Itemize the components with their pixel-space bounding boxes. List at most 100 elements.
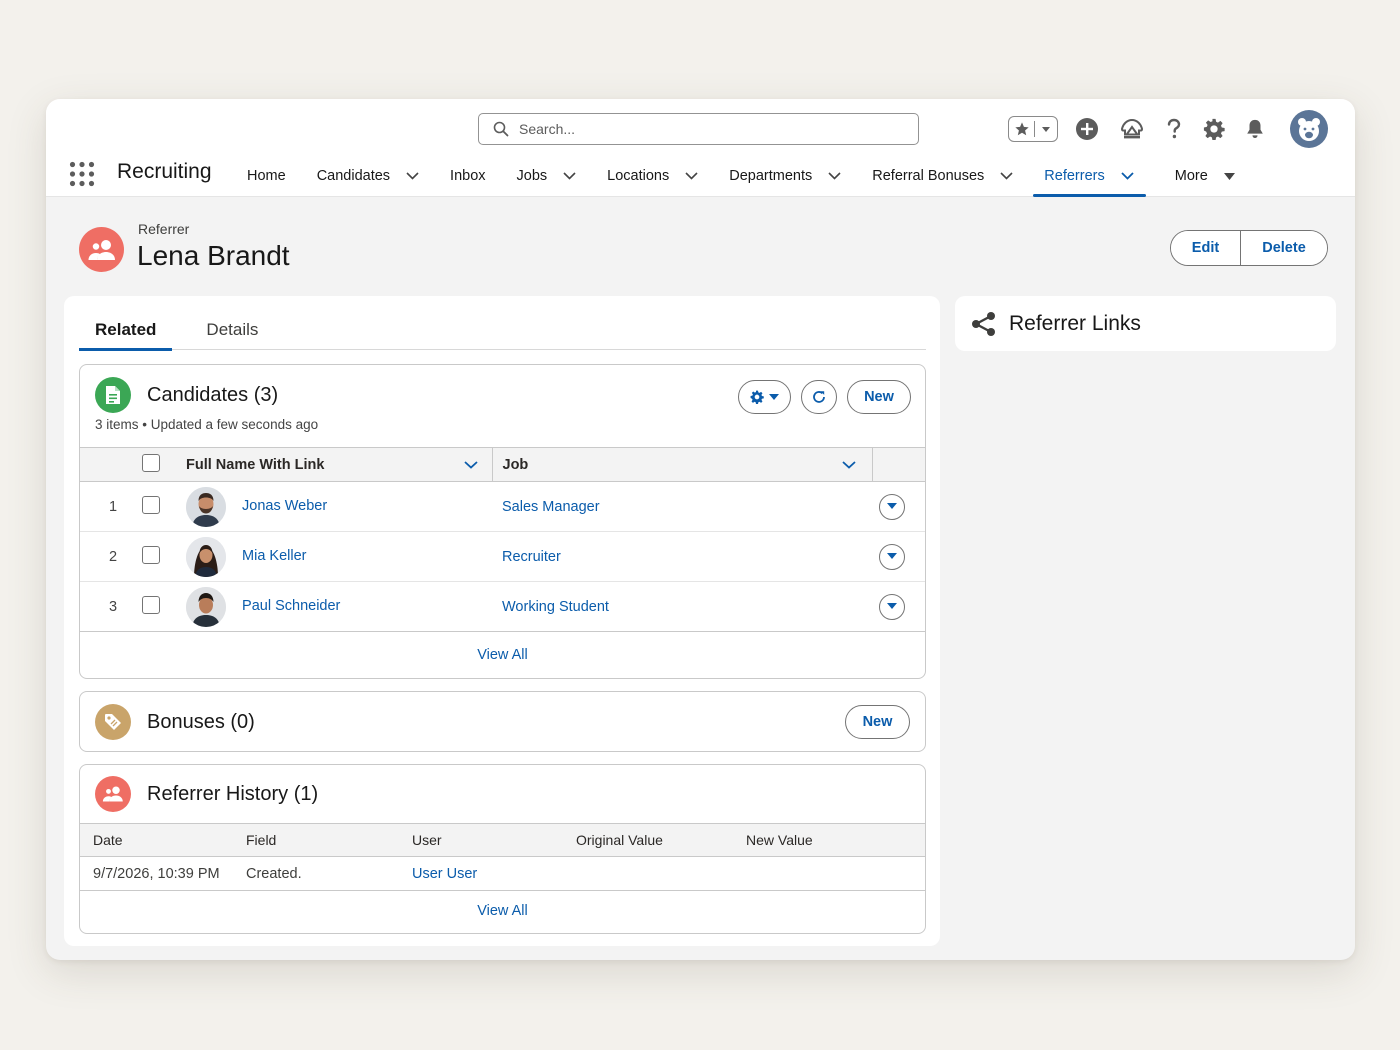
- nav-item-referrers[interactable]: Referrers: [1033, 155, 1147, 197]
- nav-item-label: More: [1174, 168, 1208, 184]
- setup-button[interactable]: [1202, 111, 1226, 147]
- row-actions-button[interactable]: [879, 593, 905, 620]
- help-button[interactable]: [1162, 111, 1186, 147]
- refresh-button[interactable]: [801, 380, 837, 414]
- notifications-button[interactable]: [1243, 111, 1267, 147]
- row-checkbox[interactable]: [142, 595, 160, 614]
- row-checkbox[interactable]: [142, 545, 160, 564]
- referrer-history-related-list: Referrer History (1) Date Field User Ori…: [79, 764, 926, 934]
- avatar-bear-icon: [1298, 118, 1320, 141]
- name-cell: Jonas Weber: [186, 481, 492, 532]
- column-header-job[interactable]: Job: [492, 447, 873, 482]
- tab-related[interactable]: Related: [79, 310, 173, 351]
- candidates-related-list: Candidates (3) 3 items • Updated a few s…: [79, 364, 926, 679]
- column-header-date: Date: [80, 823, 246, 857]
- chevron-down-icon[interactable]: [563, 172, 576, 180]
- favorites-button-group[interactable]: [1008, 116, 1058, 142]
- global-search[interactable]: [478, 113, 919, 145]
- column-header-original-value: Original Value: [576, 823, 746, 857]
- nav-item-home[interactable]: Home: [236, 155, 306, 197]
- record-type-label: Referrer: [138, 221, 190, 237]
- chevron-down-icon[interactable]: [1121, 172, 1134, 180]
- column-label: Job: [502, 456, 529, 473]
- chevron-down-icon[interactable]: [828, 172, 841, 180]
- referrer-links-title: Referrer Links: [1009, 311, 1141, 335]
- chevron-down-icon[interactable]: [685, 172, 698, 180]
- candidates-title: Candidates (3): [147, 383, 279, 406]
- row-checkbox[interactable]: [142, 495, 160, 514]
- search-input[interactable]: [519, 121, 899, 137]
- caret-down-icon: [887, 503, 897, 509]
- candidates-view-all-link[interactable]: View All: [80, 647, 925, 663]
- column-label: Full Name With Link: [186, 456, 325, 473]
- referrer-record-icon: [79, 227, 124, 272]
- navigation-bar: Home Candidates Inbox Jobs Locations Dep…: [236, 155, 1246, 197]
- favorites-menu-button[interactable]: [1035, 124, 1057, 134]
- column-header-full-name[interactable]: Full Name With Link: [186, 447, 493, 482]
- nav-item-referral-bonuses[interactable]: Referral Bonuses: [861, 155, 1033, 197]
- job-link[interactable]: Recruiter: [502, 549, 561, 565]
- nav-item-label: Referrers: [1044, 168, 1105, 184]
- bonuses-icon: [95, 704, 131, 740]
- row-number: 3: [80, 581, 142, 632]
- caret-down-icon: [1223, 172, 1235, 180]
- job-link[interactable]: Sales Manager: [502, 499, 600, 515]
- nav-item-inbox[interactable]: Inbox: [439, 155, 505, 197]
- job-cell: Recruiter: [492, 531, 872, 582]
- gear-icon: [750, 390, 764, 404]
- row-actions-header: [872, 447, 925, 482]
- tag-icon: [105, 714, 121, 730]
- list-settings-button[interactable]: [738, 380, 791, 414]
- edit-button[interactable]: Edit: [1171, 231, 1241, 265]
- chevron-down-icon[interactable]: [1000, 172, 1013, 180]
- row-select-cell: [142, 581, 186, 632]
- nav-item-candidates[interactable]: Candidates: [306, 155, 439, 197]
- history-view-all-link[interactable]: View All: [80, 903, 925, 919]
- nav-item-more[interactable]: More: [1164, 155, 1246, 197]
- job-cell: Sales Manager: [492, 481, 872, 532]
- job-link[interactable]: Working Student: [502, 599, 609, 615]
- trailhead-button[interactable]: [1118, 111, 1146, 147]
- name-cell: Mia Keller: [186, 531, 492, 582]
- new-candidate-button[interactable]: New: [847, 380, 911, 414]
- bell-icon: [1247, 119, 1263, 138]
- table-header-row: Full Name With Link Job: [80, 447, 925, 482]
- row-actions-button[interactable]: [879, 543, 905, 570]
- candidate-name-link[interactable]: Jonas Weber: [242, 498, 327, 514]
- history-icon: [95, 776, 131, 812]
- candidate-photo: [186, 586, 226, 627]
- row-number: 2: [80, 531, 142, 582]
- star-icon: [1014, 122, 1029, 136]
- search-icon: [493, 121, 509, 137]
- caret-down-icon: [1042, 127, 1050, 132]
- record-actions: Edit Delete: [1170, 230, 1328, 266]
- candidate-name-link[interactable]: Mia Keller: [242, 548, 306, 564]
- candidate-name-link[interactable]: Paul Schneider: [242, 598, 340, 614]
- tab-details[interactable]: Details: [190, 310, 274, 350]
- row-select-cell: [142, 531, 186, 582]
- select-all-checkbox[interactable]: [142, 453, 160, 472]
- global-add-button[interactable]: [1074, 111, 1100, 147]
- column-header-user: User: [412, 823, 576, 857]
- user-avatar[interactable]: [1290, 110, 1328, 148]
- row-actions-button[interactable]: [879, 493, 905, 520]
- candidates-icon: [95, 377, 131, 413]
- chevron-down-icon[interactable]: [841, 460, 856, 469]
- new-bonus-button[interactable]: New: [845, 705, 910, 739]
- app-window: Recruiting Home Candidates Inbox Jobs Lo…: [46, 99, 1355, 960]
- trailhead-icon: [1120, 118, 1144, 139]
- chevron-down-icon[interactable]: [463, 460, 478, 469]
- chevron-down-icon[interactable]: [406, 172, 419, 180]
- caret-down-icon: [887, 553, 897, 559]
- nav-item-label: Referral Bonuses: [872, 168, 985, 184]
- user-link[interactable]: User User: [412, 866, 477, 882]
- nav-item-departments[interactable]: Departments: [718, 155, 861, 197]
- nav-item-locations[interactable]: Locations: [596, 155, 718, 197]
- app-launcher-button[interactable]: [69, 161, 95, 187]
- favorite-star-button[interactable]: [1009, 121, 1035, 137]
- people-icon: [102, 786, 123, 802]
- nav-item-label: Candidates: [316, 168, 391, 184]
- delete-button[interactable]: Delete: [1241, 231, 1327, 265]
- caret-down-icon: [769, 393, 779, 400]
- nav-item-jobs[interactable]: Jobs: [506, 155, 597, 197]
